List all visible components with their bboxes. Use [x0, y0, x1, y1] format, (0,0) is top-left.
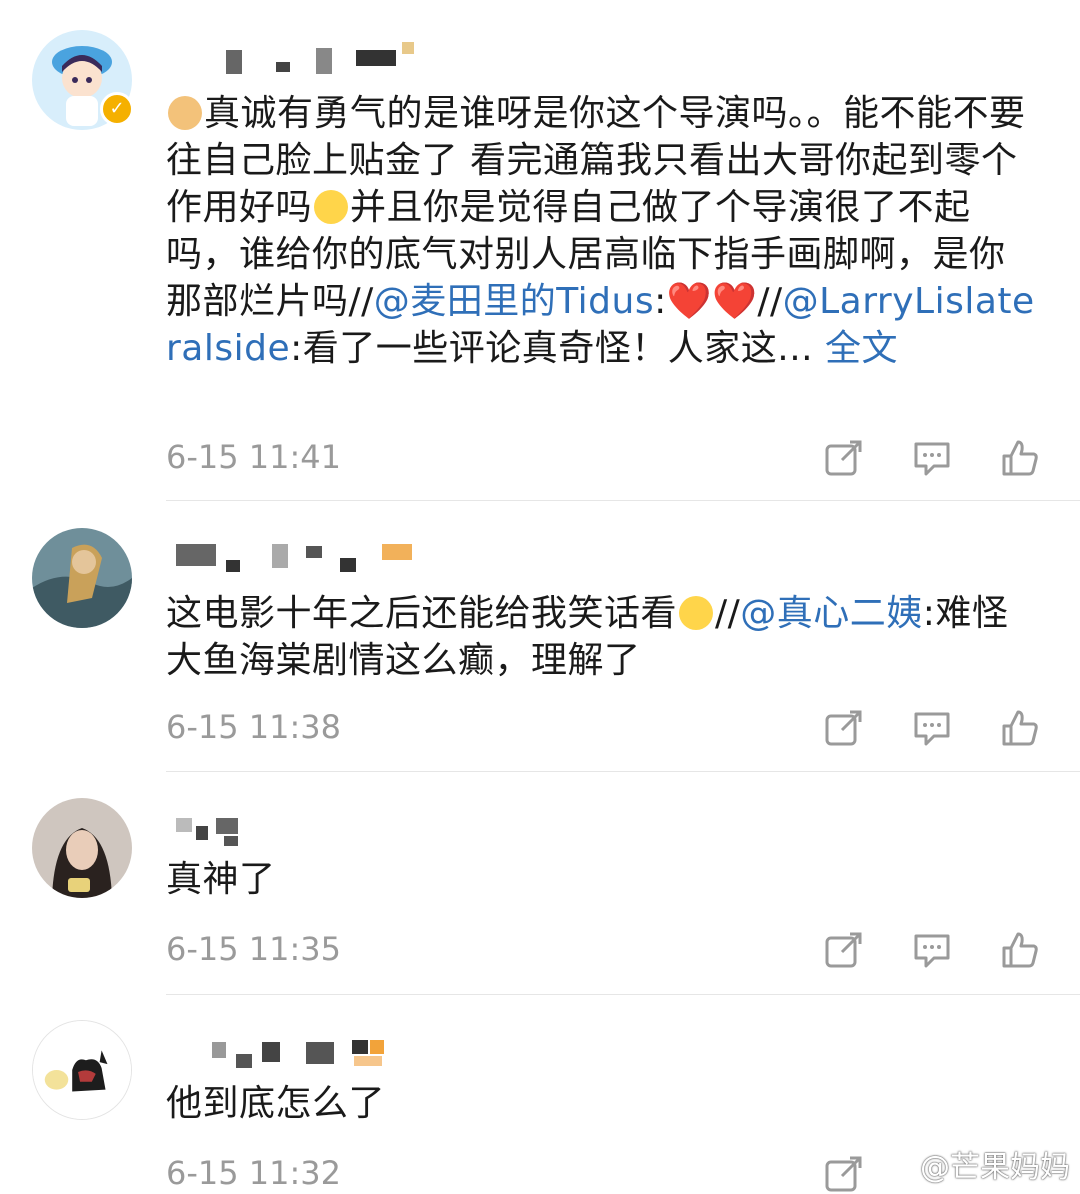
comment-icon[interactable]: [912, 438, 952, 478]
like-icon[interactable]: [1000, 708, 1040, 748]
sweat-smile-emoji-icon: [314, 190, 349, 224]
mention-link[interactable]: @麦田里的Tidus: [374, 281, 654, 322]
username-masked[interactable]: [166, 536, 446, 576]
action-bar: [820, 930, 1050, 970]
weibo-logo-icon: [880, 1158, 910, 1180]
action-bar: [820, 438, 1050, 478]
comment-text: 他到底怎么了: [166, 1083, 386, 1124]
timestamp: 6-15 11:38: [166, 708, 342, 746]
like-icon[interactable]: [1000, 438, 1040, 478]
divider: [166, 771, 1080, 772]
divider: [166, 500, 1080, 501]
share-icon[interactable]: [824, 708, 864, 748]
comment-text: 真神了: [166, 859, 276, 900]
comment-text: 真诚有勇气的是谁呀是你这个导演吗。。能不能不要往自己脸上贴金了 看完通篇我只看出…: [166, 93, 1035, 369]
action-bar: [820, 708, 1050, 748]
avatar[interactable]: [32, 1020, 132, 1120]
watermark: @芒果妈妈: [880, 1142, 1070, 1186]
share-icon[interactable]: [824, 1154, 864, 1194]
comment-icon[interactable]: [912, 930, 952, 970]
username-masked[interactable]: [166, 40, 426, 80]
mention-link[interactable]: @真心二姨: [740, 593, 923, 634]
username-masked[interactable]: [166, 812, 286, 852]
crying-emoji-icon: [679, 596, 714, 630]
divider: [166, 994, 1080, 995]
share-icon[interactable]: [824, 438, 864, 478]
comment-icon[interactable]: [912, 708, 952, 748]
timestamp: 6-15 11:32: [166, 1154, 342, 1192]
watermark-text: @芒果妈妈: [920, 1150, 1070, 1185]
like-icon[interactable]: [1000, 930, 1040, 970]
avatar[interactable]: [32, 798, 132, 898]
share-icon[interactable]: [824, 930, 864, 970]
username-masked[interactable]: [166, 1038, 406, 1078]
avatar[interactable]: [32, 528, 132, 628]
verified-badge-icon: ✓: [100, 92, 134, 126]
doge-emoji-icon: [168, 96, 202, 130]
full-text-link[interactable]: 全文: [825, 328, 898, 369]
timestamp: 6-15 11:35: [166, 930, 342, 968]
comment-text: 这电影十年之后还能给我笑话看//@真心二姨:难怪大鱼海棠剧情这么癫，理解了: [166, 593, 1009, 681]
timestamp: 6-15 11:41: [166, 438, 342, 476]
